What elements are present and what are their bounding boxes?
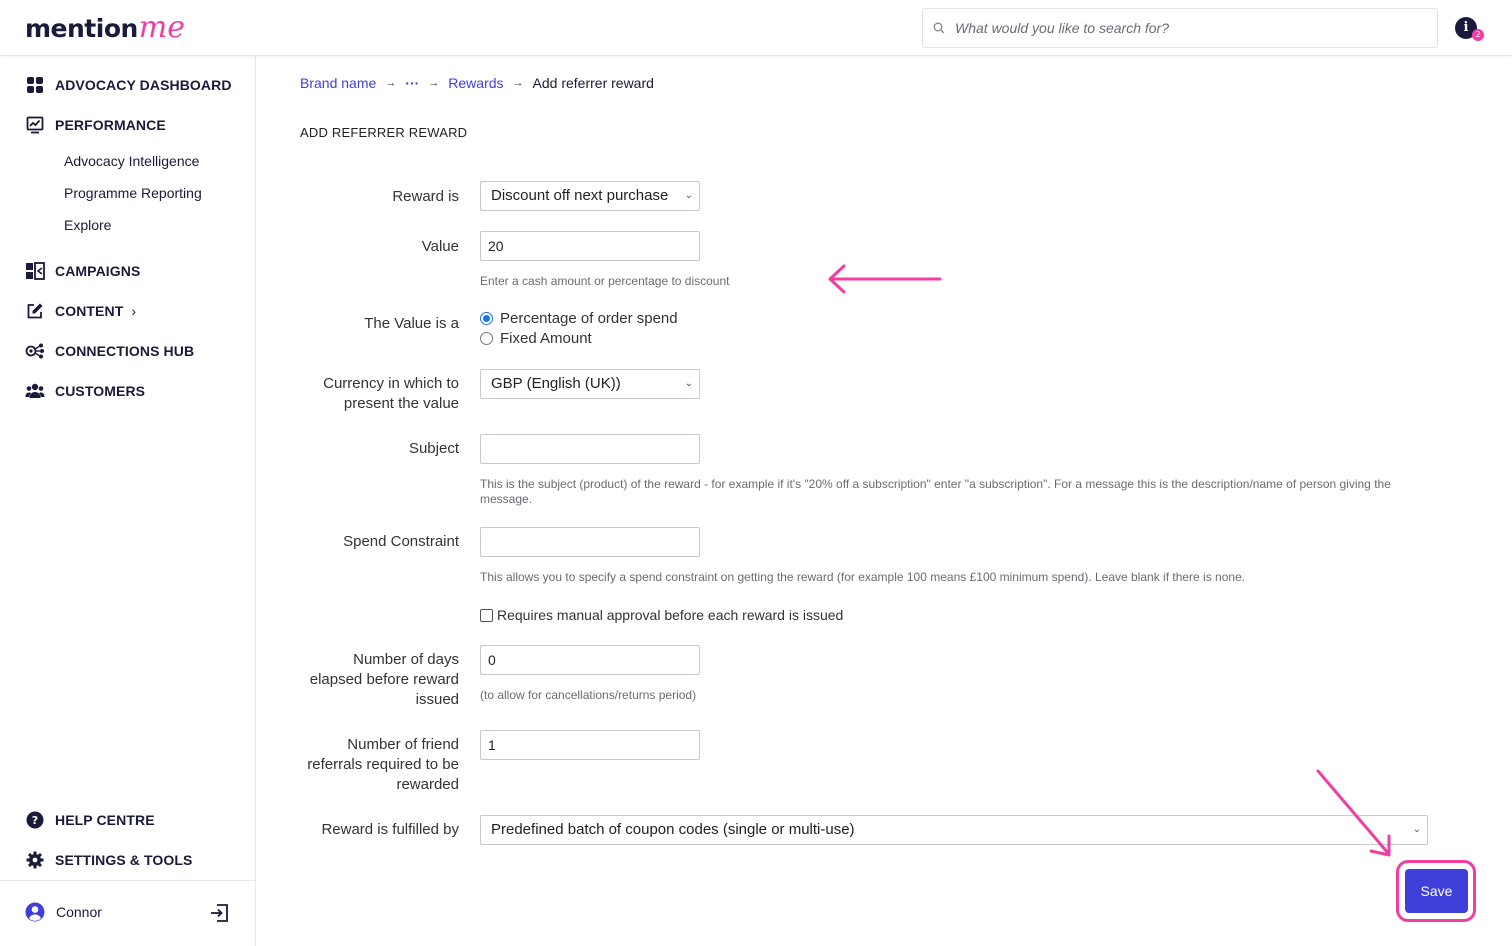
subject-help-text: This is the subject (product) of the rew… <box>480 477 1391 506</box>
manual-approval-checkbox-row[interactable]: Requires manual approval before each rew… <box>480 607 843 623</box>
arrow-left-annotation-icon <box>828 264 942 294</box>
sidebar-item-label: PERFORMANCE <box>55 117 166 133</box>
breadcrumb-arrow-icon: → <box>385 77 397 89</box>
chevron-down-icon: ⌄ <box>684 190 693 201</box>
friend-referrals-label-line: Number of friend <box>347 736 459 753</box>
currency-select[interactable]: GBP (English (UK)) ⌄ <box>480 369 700 399</box>
radio-selected-icon[interactable] <box>480 312 493 325</box>
chart-icon <box>25 115 45 135</box>
breadcrumb-brand-link[interactable]: Brand name <box>300 75 376 91</box>
currency-label: Currency in which to present the value <box>323 374 459 414</box>
value-input[interactable] <box>480 231 700 261</box>
days-elapsed-label-line: elapsed before reward <box>309 671 459 688</box>
top-header: mentionme i 2 <box>0 0 1512 56</box>
subject-label: Subject <box>408 440 459 457</box>
logout-icon[interactable] <box>209 902 231 929</box>
friend-referrals-label: Number of friend referrals required to b… <box>307 735 459 795</box>
days-elapsed-input[interactable] <box>480 645 700 675</box>
sidebar-subitem-programme-reporting[interactable]: Programme Reporting <box>64 185 202 201</box>
search-icon <box>933 22 945 34</box>
edit-icon <box>25 301 45 321</box>
campaign-icon <box>25 261 45 281</box>
sidebar-item-help-centre[interactable]: ? HELP CENTRE <box>25 809 155 831</box>
reward-is-label: Reward is <box>392 188 459 205</box>
sidebar: ADVOCACY DASHBOARD PERFORMANCE Advocacy … <box>0 56 256 946</box>
user-avatar-icon <box>25 902 45 922</box>
save-button[interactable]: Save <box>1405 869 1468 913</box>
user-name: Connor <box>56 904 102 920</box>
sidebar-item-label: CUSTOMERS <box>55 383 146 399</box>
sidebar-item-connections-hub[interactable]: CONNECTIONS HUB <box>25 340 194 362</box>
sidebar-item-label: CAMPAIGNS <box>55 263 141 279</box>
currency-value: GBP (English (UK)) <box>491 375 621 392</box>
breadcrumb-arrow-icon: → <box>512 77 524 89</box>
spend-constraint-help-text: This allows you to specify a spend const… <box>480 570 1246 584</box>
value-label: Value <box>421 238 459 255</box>
days-elapsed-label-line: Number of days <box>353 651 459 668</box>
gear-icon <box>25 850 45 870</box>
radio-percentage-of-order-spend[interactable]: Percentage of order spend <box>480 310 678 327</box>
sidebar-item-content[interactable]: CONTENT › <box>25 300 136 322</box>
users-icon <box>25 381 45 401</box>
logo-accent-text: me <box>138 10 185 45</box>
sidebar-item-label: HELP CENTRE <box>55 812 155 828</box>
fulfilled-by-value: Predefined batch of coupon codes (single… <box>491 821 855 838</box>
fulfilled-by-select[interactable]: Predefined batch of coupon codes (single… <box>480 815 1428 845</box>
sidebar-item-label: CONNECTIONS HUB <box>55 343 195 359</box>
page-title: ADD REFERRER REWARD <box>300 125 468 140</box>
sidebar-item-settings-tools[interactable]: SETTINGS & TOOLS <box>25 849 192 871</box>
connections-icon <box>25 341 45 361</box>
sidebar-divider <box>0 880 255 881</box>
logo-text: mention <box>25 13 138 43</box>
reward-type-select[interactable]: Discount off next purchase ⌄ <box>480 181 700 211</box>
friend-referrals-label-line: referrals required to be <box>307 756 459 773</box>
breadcrumb-rewards-link[interactable]: Rewards <box>448 75 503 91</box>
notification-badge: 2 <box>1472 29 1484 41</box>
sidebar-item-campaigns[interactable]: CAMPAIGNS <box>25 260 140 282</box>
sidebar-subitem-explore[interactable]: Explore <box>64 217 111 233</box>
mention-me-logo[interactable]: mention me <box>25 10 185 46</box>
chevron-down-icon: ⌄ <box>1412 824 1421 835</box>
user-profile[interactable]: Connor <box>25 902 102 922</box>
radio-label: Percentage of order spend <box>500 310 678 327</box>
breadcrumb-current: Add referrer reward <box>532 75 654 91</box>
help-icon: ? <box>25 810 45 830</box>
reward-type-value: Discount off next purchase <box>491 187 669 204</box>
breadcrumb-ellipsis[interactable]: ··· <box>405 75 419 91</box>
days-elapsed-label-line: issued <box>415 691 459 708</box>
sidebar-subitem-advocacy-intelligence[interactable]: Advocacy Intelligence <box>64 153 199 169</box>
breadcrumb-arrow-icon: → <box>428 77 440 89</box>
manual-approval-label: Requires manual approval before each rew… <box>497 607 844 623</box>
sidebar-item-label: ADVOCACY DASHBOARD <box>55 77 232 93</box>
sidebar-item-label: SETTINGS & TOOLS <box>55 852 193 868</box>
search-input[interactable] <box>955 20 1425 36</box>
sidebar-item-performance[interactable]: PERFORMANCE <box>25 114 166 136</box>
chevron-right-icon: › <box>131 303 137 319</box>
spend-constraint-label: Spend Constraint <box>343 533 459 550</box>
sidebar-item-label: CONTENT <box>55 303 124 319</box>
subject-input[interactable] <box>480 434 700 464</box>
sidebar-item-customers[interactable]: CUSTOMERS <box>25 380 145 402</box>
radio-unselected-icon[interactable] <box>480 332 493 345</box>
radio-fixed-amount[interactable]: Fixed Amount <box>480 330 592 347</box>
sidebar-item-advocacy-dashboard[interactable]: ADVOCACY DASHBOARD <box>25 74 232 96</box>
currency-label-line: Currency in which to <box>323 375 459 392</box>
grid-icon <box>25 75 45 95</box>
friend-referrals-label-line: rewarded <box>396 776 459 793</box>
days-elapsed-label: Number of days elapsed before reward iss… <box>310 650 459 710</box>
days-elapsed-help-text: (to allow for cancellations/returns peri… <box>480 688 697 702</box>
spend-constraint-input[interactable] <box>480 527 700 557</box>
svg-text:?: ? <box>32 814 38 827</box>
value-help-text: Enter a cash amount or percentage to dis… <box>480 274 730 288</box>
currency-label-line: present the value <box>343 395 459 412</box>
breadcrumb: Brand name → ··· → Rewards → Add referre… <box>300 75 654 91</box>
manual-approval-checkbox[interactable] <box>480 608 493 622</box>
fulfilled-by-label: Reward is fulfilled by <box>321 821 459 838</box>
search-box[interactable] <box>922 8 1438 48</box>
value-type-label: The Value is a <box>364 315 459 332</box>
radio-label: Fixed Amount <box>500 330 592 347</box>
friend-referrals-input[interactable] <box>480 730 700 760</box>
chevron-down-icon: ⌄ <box>684 378 693 389</box>
